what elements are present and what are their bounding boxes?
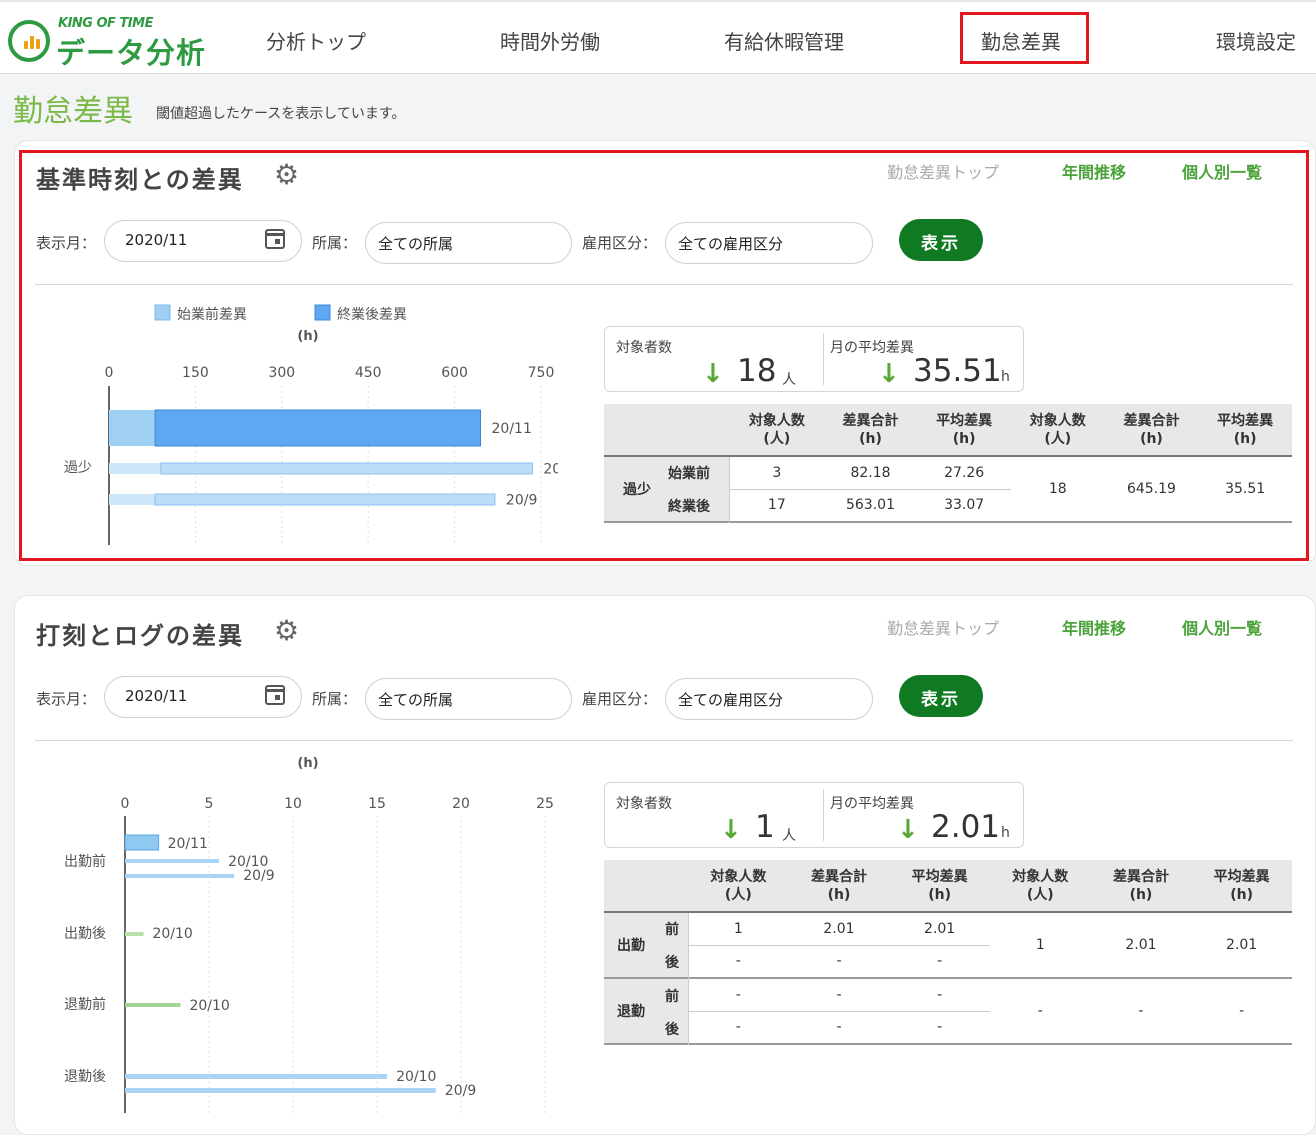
avg-unit: h xyxy=(1001,825,1010,841)
table-cell: - xyxy=(889,978,990,1012)
table-header: 差異合計 (h) xyxy=(788,860,890,913)
axis-unit-label: (h) xyxy=(297,756,318,771)
count-value: 1 xyxy=(755,809,775,845)
bar-label: 20/11 xyxy=(168,836,208,852)
row-label: 後 xyxy=(665,955,679,971)
count-label: 対象者数 xyxy=(616,796,672,812)
y-category-label: 退勤前 xyxy=(64,996,106,1013)
table-cell: - xyxy=(788,945,890,979)
avg-value: 2.01 xyxy=(931,809,1001,845)
table-cell: - xyxy=(788,1011,890,1045)
x-tick-label: 25 xyxy=(536,796,554,812)
table-divider xyxy=(688,913,689,1045)
bar xyxy=(124,834,160,851)
table-cell: - xyxy=(1090,978,1192,1045)
table-cell: 2.01 xyxy=(1090,912,1192,979)
bar-label: 20/9 xyxy=(445,1083,476,1099)
y-category-label: 出勤前 xyxy=(64,853,106,870)
table-cell: - xyxy=(688,978,789,1012)
table-cell: 2.01 xyxy=(1191,912,1292,979)
x-tick-label: 20 xyxy=(452,796,470,812)
bar xyxy=(125,1003,181,1007)
row-label: 前 xyxy=(665,922,679,938)
bar-label: 20/10 xyxy=(189,998,229,1014)
x-tick-label: 10 xyxy=(284,796,302,812)
count-unit: 人 xyxy=(782,828,796,844)
table-header: 差異合計 (h) xyxy=(1090,860,1192,913)
bar xyxy=(125,874,235,878)
bar-label: 20/9 xyxy=(243,868,274,884)
bar xyxy=(125,1074,388,1079)
x-tick-label: 15 xyxy=(368,796,386,812)
arrow-down-icon: ↓ xyxy=(720,815,742,845)
table-cell: - xyxy=(889,1011,990,1045)
table-header: 対象人数 (人) xyxy=(688,860,789,913)
x-tick-label: 0 xyxy=(121,796,130,812)
table-header: 平均差異 (h) xyxy=(889,860,990,913)
bar-label: 20/10 xyxy=(396,1069,436,1085)
table-cell: - xyxy=(688,945,789,979)
arrow-down-icon: ↓ xyxy=(897,815,919,845)
y-category-label: 出勤後 xyxy=(64,926,106,942)
table-cell: - xyxy=(989,978,1091,1045)
card2-stats-box: 対象者数 ↓ 1 人 月の平均差異 ↓ 2.01 h xyxy=(604,782,1024,848)
table-cell: - xyxy=(889,945,990,979)
row-label: 前 xyxy=(665,989,679,1005)
bar-label: 20/10 xyxy=(152,926,192,942)
table-cell: 1 xyxy=(688,912,789,946)
table-cell: 2.01 xyxy=(889,912,990,946)
x-tick-label: 5 xyxy=(205,796,214,812)
row-label: 後 xyxy=(665,1022,679,1038)
bar xyxy=(125,1088,436,1093)
bar xyxy=(125,859,220,863)
card2-table: 対象人数 (人) 差異合計 (h) 平均差異 (h) 対象人数 (人) 差異合計… xyxy=(604,860,1292,1045)
table-cell: 2.01 xyxy=(788,912,890,946)
y-category-label: 退勤後 xyxy=(64,1069,106,1085)
table-header: 対象人数 (人) xyxy=(989,860,1091,913)
avg-label: 月の平均差異 xyxy=(830,796,914,812)
bar xyxy=(125,932,144,936)
table-cell: - xyxy=(1191,978,1292,1045)
table-header: 平均差異 (h) xyxy=(1191,860,1292,913)
table-cell: - xyxy=(688,1011,789,1045)
table-cell: - xyxy=(788,978,890,1012)
table-cell: 1 xyxy=(989,912,1091,979)
